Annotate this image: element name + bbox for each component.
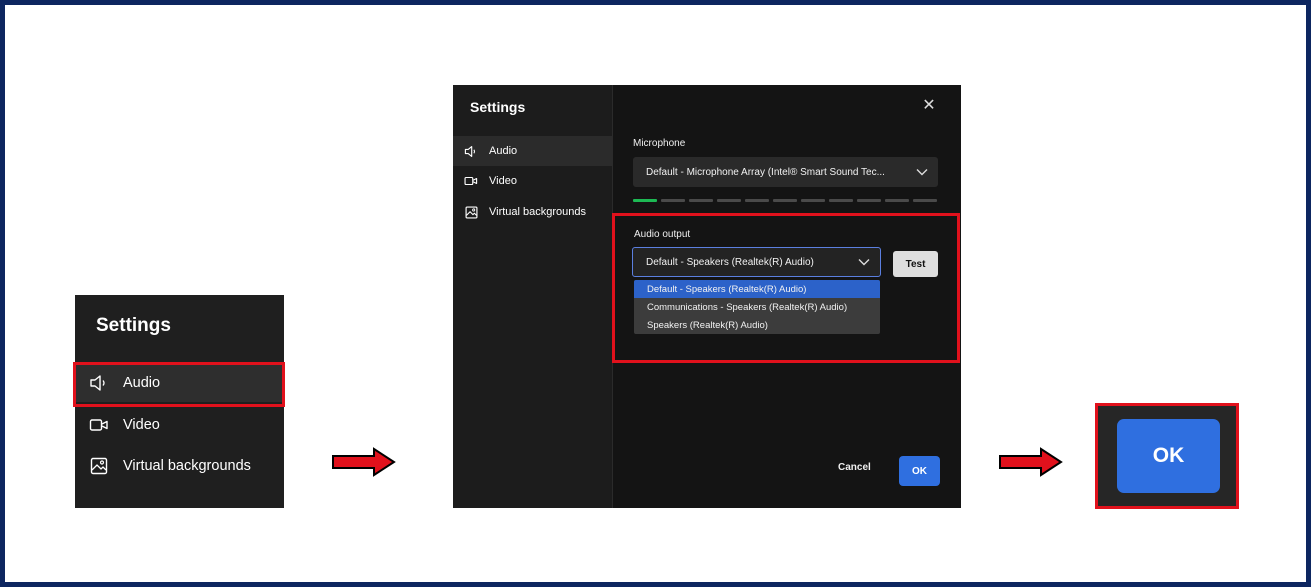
microphone-label: Microphone bbox=[633, 138, 686, 149]
sidebar-item-video[interactable]: Video bbox=[75, 406, 284, 444]
dialog-nav-label: Video bbox=[489, 175, 517, 187]
level-segment bbox=[913, 199, 937, 202]
level-segment bbox=[717, 199, 741, 202]
level-segment bbox=[801, 199, 825, 202]
level-segment bbox=[745, 199, 769, 202]
highlight-audio-item bbox=[73, 362, 285, 407]
level-segment bbox=[633, 199, 657, 202]
level-segment bbox=[829, 199, 853, 202]
sidebar-item-label: Video bbox=[123, 417, 160, 433]
sidebar-title: Settings bbox=[96, 315, 171, 336]
microphone-select[interactable]: Default - Microphone Array (Intel® Smart… bbox=[633, 157, 938, 187]
dialog-nav-label: Virtual backgrounds bbox=[489, 206, 587, 218]
dialog-sidebar: Settings Audio Video Virtual backgrounds bbox=[453, 85, 613, 508]
dialog-nav-audio[interactable]: Audio bbox=[453, 136, 612, 166]
level-segment bbox=[689, 199, 713, 202]
chevron-down-icon bbox=[916, 169, 928, 176]
arrow-right-icon bbox=[332, 447, 396, 477]
highlight-audio-output bbox=[612, 213, 960, 363]
dialog-title: Settings bbox=[470, 99, 526, 115]
level-segment bbox=[661, 199, 685, 202]
sidebar-item-virtual-backgrounds[interactable]: Virtual backgrounds bbox=[75, 447, 284, 485]
ok-button[interactable]: OK bbox=[899, 456, 940, 486]
level-segment bbox=[885, 199, 909, 202]
image-icon bbox=[464, 205, 478, 219]
camera-icon bbox=[89, 415, 109, 435]
speaker-icon bbox=[464, 144, 478, 158]
ok-button-large[interactable]: OK bbox=[1117, 419, 1220, 493]
arrow-right-icon bbox=[999, 447, 1063, 477]
dialog-nav-label: Audio bbox=[489, 145, 518, 157]
level-segment bbox=[857, 199, 881, 202]
sidebar-item-label: Virtual backgrounds bbox=[123, 458, 251, 474]
image-icon bbox=[89, 456, 109, 476]
ok-button-zoom: OK bbox=[1095, 403, 1239, 509]
level-segment bbox=[773, 199, 797, 202]
dialog-nav-video[interactable]: Video bbox=[453, 166, 612, 196]
cancel-button[interactable]: Cancel bbox=[838, 462, 871, 473]
microphone-select-value: Default - Microphone Array (Intel® Smart… bbox=[646, 166, 885, 178]
dialog-nav-virtual-backgrounds[interactable]: Virtual backgrounds bbox=[453, 197, 612, 227]
camera-icon bbox=[464, 174, 478, 188]
close-icon[interactable]: ✕ bbox=[921, 98, 937, 114]
